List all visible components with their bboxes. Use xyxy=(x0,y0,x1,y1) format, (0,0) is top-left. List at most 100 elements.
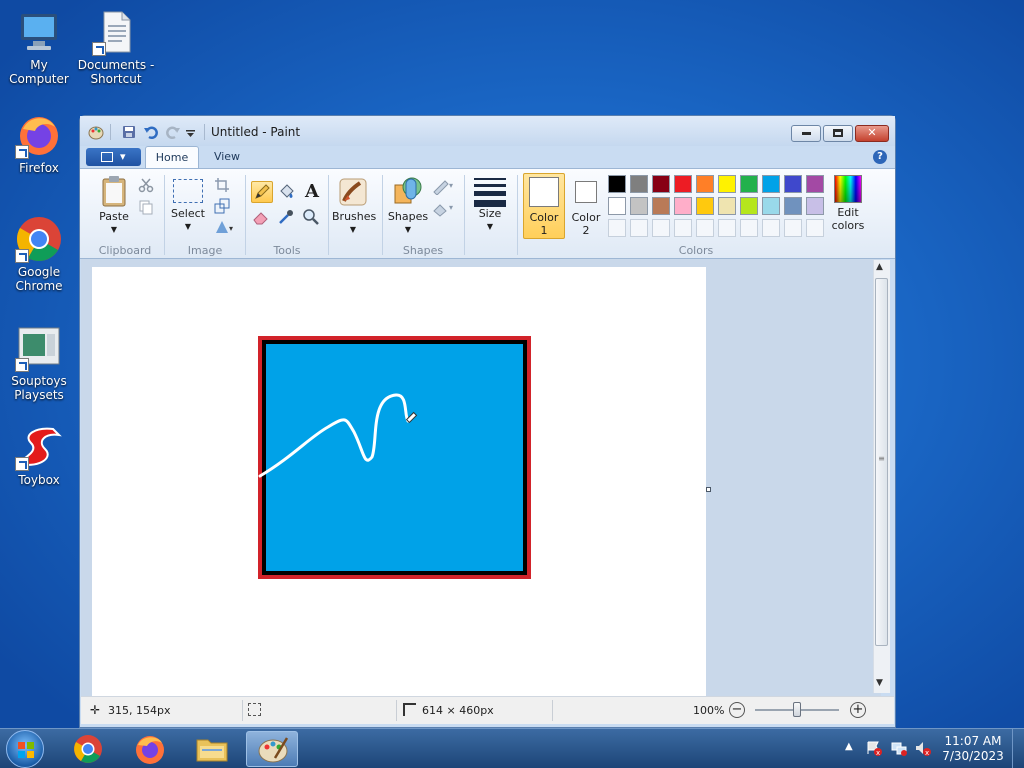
magnifier-icon[interactable] xyxy=(301,207,323,229)
scroll-up-icon[interactable]: ▲ xyxy=(876,262,883,272)
color-swatch[interactable] xyxy=(740,175,758,193)
svg-text:▾: ▾ xyxy=(449,181,453,190)
custom-color-slot[interactable] xyxy=(608,219,626,237)
action-center-icon[interactable]: x xyxy=(866,740,882,757)
title-bar[interactable]: Untitled - Paint ✕ xyxy=(80,116,895,146)
zoom-in-button[interactable]: + xyxy=(850,702,866,718)
desktop-icon-documents[interactable]: Documents - Shortcut xyxy=(77,8,155,86)
resize-icon[interactable] xyxy=(214,198,230,214)
paste-button[interactable]: Paste ▼ xyxy=(95,175,133,235)
desktop-icon-toybox[interactable]: Toybox xyxy=(0,423,78,487)
network-icon[interactable] xyxy=(891,740,907,756)
fill-icon[interactable]: ▾ xyxy=(431,201,457,217)
show-hidden-icons-icon[interactable]: ▲ xyxy=(845,741,853,752)
color-swatch[interactable] xyxy=(718,197,736,215)
color-swatch[interactable] xyxy=(652,197,670,215)
text-tool-icon[interactable]: A xyxy=(301,181,323,203)
canvas-resize-handle-right[interactable] xyxy=(706,487,711,492)
color-swatch[interactable] xyxy=(806,197,824,215)
close-button[interactable]: ✕ xyxy=(855,125,889,142)
color-swatch[interactable] xyxy=(762,197,780,215)
pencil-icon[interactable] xyxy=(251,181,273,203)
volume-muted-icon[interactable]: x xyxy=(915,740,931,757)
select-button[interactable]: Select ▼ xyxy=(170,175,206,235)
drawing-canvas[interactable] xyxy=(92,267,706,696)
custom-color-slot[interactable] xyxy=(740,219,758,237)
cut-icon[interactable] xyxy=(138,177,154,193)
clipboard-icon xyxy=(102,176,126,207)
brushes-button[interactable]: Brushes ▼ xyxy=(332,175,376,235)
custom-color-slot[interactable] xyxy=(784,219,802,237)
save-icon[interactable] xyxy=(121,124,137,140)
taskbar-firefox[interactable] xyxy=(124,731,176,767)
rotate-icon[interactable]: ▾ xyxy=(214,219,236,235)
image-size-icon xyxy=(403,703,416,716)
color-swatch[interactable] xyxy=(718,175,736,193)
color-swatch[interactable] xyxy=(674,197,692,215)
paint-app-icon[interactable] xyxy=(88,124,104,140)
custom-color-slot[interactable] xyxy=(806,219,824,237)
shapes-button[interactable]: Shapes ▼ xyxy=(386,175,430,235)
outline-icon[interactable]: ▾ xyxy=(431,179,457,196)
crop-icon[interactable] xyxy=(214,177,230,193)
color1-button[interactable]: Color 1 xyxy=(523,173,565,239)
minimize-button[interactable] xyxy=(791,125,821,142)
zoom-out-button[interactable]: − xyxy=(729,702,745,718)
scroll-thumb[interactable]: ≡ xyxy=(875,278,888,646)
color-swatch[interactable] xyxy=(762,175,780,193)
color-swatch[interactable] xyxy=(608,175,626,193)
undo-icon[interactable] xyxy=(143,124,159,140)
redo-icon[interactable] xyxy=(165,124,181,140)
customize-qat-icon[interactable] xyxy=(186,128,195,137)
color-swatch[interactable] xyxy=(608,197,626,215)
desktop-icon-chrome[interactable]: Google Chrome xyxy=(0,215,78,293)
color-swatch[interactable] xyxy=(696,197,714,215)
color-swatch[interactable] xyxy=(652,175,670,193)
custom-color-slot[interactable] xyxy=(674,219,692,237)
custom-color-slot[interactable] xyxy=(696,219,714,237)
custom-color-slot[interactable] xyxy=(652,219,670,237)
paste-label: Paste xyxy=(99,210,129,223)
taskbar-explorer[interactable] xyxy=(186,731,238,767)
help-icon[interactable]: ? xyxy=(873,150,887,164)
maximize-button[interactable] xyxy=(823,125,853,142)
taskbar-paint[interactable] xyxy=(246,731,298,767)
system-clock[interactable]: 11:07 AM 7/30/2023 xyxy=(938,734,1008,764)
size-button[interactable]: Size ▼ xyxy=(470,175,510,235)
fill-bucket-icon[interactable] xyxy=(276,181,298,203)
custom-color-slot[interactable] xyxy=(630,219,648,237)
computer-icon xyxy=(15,8,63,56)
color-swatch[interactable] xyxy=(630,197,648,215)
desktop-icon-souptoys[interactable]: Souptoys Playsets xyxy=(0,324,78,402)
eraser-icon[interactable] xyxy=(251,207,273,229)
image-size: 614 × 460px xyxy=(422,704,494,717)
color-swatch[interactable] xyxy=(674,175,692,193)
vertical-scrollbar[interactable]: ▲ ≡ ▼ xyxy=(873,260,890,693)
window-title: Untitled - Paint xyxy=(211,125,301,139)
taskbar-chrome[interactable] xyxy=(62,731,114,767)
show-desktop-button[interactable] xyxy=(1012,729,1024,768)
tab-home[interactable]: Home xyxy=(145,146,199,168)
edit-colors-button[interactable]: Edit colors xyxy=(828,175,868,239)
shortcut-arrow-icon xyxy=(92,42,106,56)
desktop-icon-firefox[interactable]: Firefox xyxy=(0,111,78,175)
color-swatch[interactable] xyxy=(784,197,802,215)
desktop-icon-my-computer[interactable]: My Computer xyxy=(0,8,78,86)
group-label-clipboard: Clipboard xyxy=(98,244,152,257)
custom-color-slot[interactable] xyxy=(762,219,780,237)
zoom-slider-thumb[interactable] xyxy=(793,702,801,717)
color-swatch[interactable] xyxy=(696,175,714,193)
firefox-icon xyxy=(136,736,164,764)
color-swatch[interactable] xyxy=(784,175,802,193)
color-swatch[interactable] xyxy=(806,175,824,193)
custom-color-slot[interactable] xyxy=(718,219,736,237)
scroll-down-icon[interactable]: ▼ xyxy=(876,678,883,688)
color2-button[interactable]: Color 2 xyxy=(567,173,605,239)
start-button[interactable] xyxy=(6,730,44,768)
paint-menu-button[interactable]: ▾ xyxy=(86,148,141,166)
color-swatch[interactable] xyxy=(630,175,648,193)
copy-icon[interactable] xyxy=(138,199,154,215)
color-swatch[interactable] xyxy=(740,197,758,215)
color-picker-icon[interactable] xyxy=(276,207,298,229)
tab-view[interactable]: View xyxy=(205,146,249,168)
